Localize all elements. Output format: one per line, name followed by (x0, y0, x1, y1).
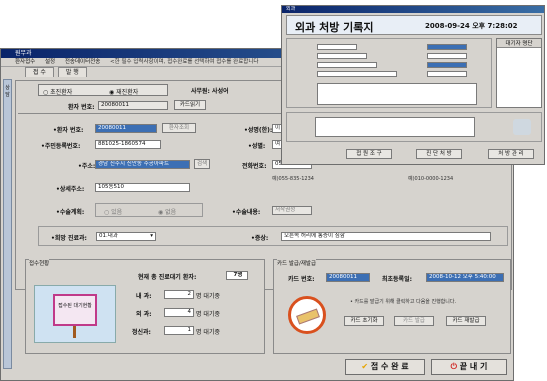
waiting-count: 1 (164, 326, 194, 335)
f-patient-no-input[interactable]: 20080011 (95, 124, 157, 133)
surgery-field[interactable] (427, 71, 467, 77)
waiting-row: 외 과: 4 명 대기중 (136, 308, 220, 318)
card-group: 카드 발급/재발급 카드 번호: 20080011 최초등록일: 2008-10… (273, 259, 511, 354)
surgery-titlebar: 외과 (282, 6, 544, 13)
close-button[interactable]: ⏻ 끝 내 기 (431, 359, 507, 375)
surgery-content-label: •수술내용: (232, 209, 261, 216)
issue-date-label: 최초등록일: (382, 276, 412, 283)
patient-no-label: 환자 번호: (68, 104, 95, 111)
main-title: 원무과 (15, 50, 32, 57)
f-patient-no-label: •환자 번호: (53, 127, 84, 134)
patient-type-box: ○ 초진환자 ◉ 재진환자 (38, 84, 168, 96)
gender-label: •성별: (248, 143, 266, 150)
dept-select[interactable]: 01.내과 ▾ (96, 232, 156, 241)
waiting-list-panel: 대기자 명단 (496, 38, 542, 108)
lookup-button[interactable]: 환자조회 (162, 123, 196, 133)
surgery-form-area (286, 38, 492, 108)
board-text: 접수된 대기현황 (58, 303, 92, 309)
card-info-text: • 카드를 발급기 위해 클릭하고 다음을 진행합니다. (350, 299, 457, 305)
radio-return-visit[interactable]: ◉ 재진환자 (109, 87, 138, 96)
surgery-manage-button[interactable]: 처 방 관 리 (488, 149, 534, 159)
medicine-icon (513, 119, 531, 135)
rrn-input[interactable]: 881025-1860574 (95, 140, 161, 149)
issue-date-input[interactable]: 2008-10-12 오후 5:40:00 (426, 273, 504, 282)
surgery-field[interactable] (317, 44, 357, 50)
status-group: 접수현황 현재 총 진료대기 환자: 7명 접수된 대기현황 내 과: 2 명 … (25, 259, 265, 354)
surgery-confirm-button[interactable]: 접 원 조 구 (346, 149, 392, 159)
surgery-heading: 외과 처방 기록지 (295, 21, 374, 34)
surgery-field[interactable] (427, 44, 467, 50)
surgery-record-button[interactable]: 진 단 처 방 (416, 149, 462, 159)
check-icon: ✔ (361, 362, 369, 371)
radio-surgery-no[interactable]: ◉ 없음 (158, 207, 176, 216)
surgery-content-input[interactable]: 저작권정 (272, 206, 312, 215)
surgery-field[interactable] (317, 62, 377, 68)
surgery-field[interactable] (427, 53, 467, 59)
patient-no-input[interactable]: 20080011 (98, 101, 168, 110)
dept-symptom-box: •희망 진료과: 01.내과 ▾ •증상: 오른쪽 허리에 통증이 심함 (38, 226, 508, 246)
surgery-field[interactable] (317, 71, 397, 77)
prescription-area (286, 112, 542, 142)
menu-item-settings[interactable]: 설정 (45, 59, 55, 65)
phone-label: 전화번호: (242, 163, 267, 170)
rrn-label: •주민등록번호: (41, 143, 81, 150)
detail-address-label: •상세주소: (56, 186, 85, 193)
tab-issue[interactable]: 발 행 (57, 67, 87, 77)
total-waiting-value: 7명 (226, 271, 248, 280)
waiting-row: 정신과: 1 명 대기중 (132, 326, 220, 336)
tab-reception[interactable]: 접 수 (25, 67, 54, 77)
radio-surgery-yes[interactable]: ○ 있음 (104, 207, 122, 216)
waiting-row: 내 과: 2 명 대기중 (136, 290, 220, 300)
card-no-label: 카드 번호: (288, 276, 315, 283)
power-icon: ⏻ (450, 362, 457, 371)
card-reissue-button[interactable]: 카드 재발급 (446, 316, 486, 326)
symptom-label: •증상: (251, 235, 269, 242)
mobile-example: 예)010-0000-1234 (408, 176, 454, 182)
card-read-button[interactable]: 카드읽기 (174, 100, 206, 110)
status-section-title: 접수현황 (29, 259, 50, 267)
surgery-notes[interactable] (317, 83, 477, 105)
chevron-down-icon: ▾ (150, 233, 153, 239)
phone-example: 예)055-835-1234 (272, 176, 314, 182)
name-label: •성명(한): (244, 127, 273, 134)
menu-hint-text: <한 필수 입력사항이며, 접수완료를 선택하여 접수를 완료합니다 (110, 59, 259, 65)
surgery-window: 외과 외과 처방 기록지 2008-09-24 오후 7:28:02 대기자 명… (281, 5, 545, 165)
surgery-plan-box: ○ 있음 ◉ 없음 (95, 203, 203, 217)
surgery-datetime: 2008-09-24 오후 7:28:02 (425, 22, 518, 30)
radio-first-visit[interactable]: ○ 초진환자 (43, 87, 72, 96)
card-no-input[interactable]: 20080011 (326, 273, 370, 282)
waiting-count: 4 (164, 308, 194, 317)
surgery-field[interactable] (427, 62, 467, 68)
address-search-button[interactable]: 검색 (194, 159, 210, 169)
card-icon (288, 296, 326, 334)
surgery-header: 외과 처방 기록지 2008-09-24 오후 7:28:02 (286, 15, 542, 35)
board-stand (73, 326, 76, 338)
surgery-field[interactable] (317, 53, 367, 59)
left-sidebar: 상 담 (3, 79, 12, 369)
card-init-button[interactable]: 카드 초기화 (344, 316, 384, 326)
address-label: •주소: (78, 163, 96, 170)
dept-label: •희망 진료과: (51, 235, 87, 242)
menu-item-reception[interactable]: 환자접수 (15, 59, 35, 65)
detail-address-input[interactable]: 105동510 (95, 183, 190, 192)
surgery-plan-label: •수술계획: (56, 209, 85, 216)
card-issue-button[interactable]: 카드 발급 (394, 316, 434, 326)
waiting-count: 2 (164, 290, 194, 299)
menu-item-transfer[interactable]: 전송데이터전송 (65, 59, 100, 65)
sidebar-item-consult[interactable]: 상 담 (4, 84, 11, 98)
address-input[interactable]: 경남 진주시 신안동 주공아파트 (95, 160, 190, 169)
prescription-input[interactable] (315, 117, 475, 137)
officer-label: 사무원: 사성어 (191, 88, 229, 95)
symptom-input[interactable]: 오른쪽 허리에 통증이 심함 (281, 232, 491, 241)
waiting-board-image: 접수된 대기현황 (34, 285, 116, 343)
complete-button[interactable]: ✔ 접 수 완 료 (345, 359, 425, 375)
board-frame: 접수된 대기현황 (53, 294, 97, 326)
surgery-title: 외과 (286, 6, 296, 12)
total-waiting-label: 현재 총 진료대기 환자: (138, 274, 197, 281)
card-section-title: 카드 발급/재발급 (277, 259, 317, 267)
waiting-list-title: 대기자 명단 (497, 39, 541, 48)
